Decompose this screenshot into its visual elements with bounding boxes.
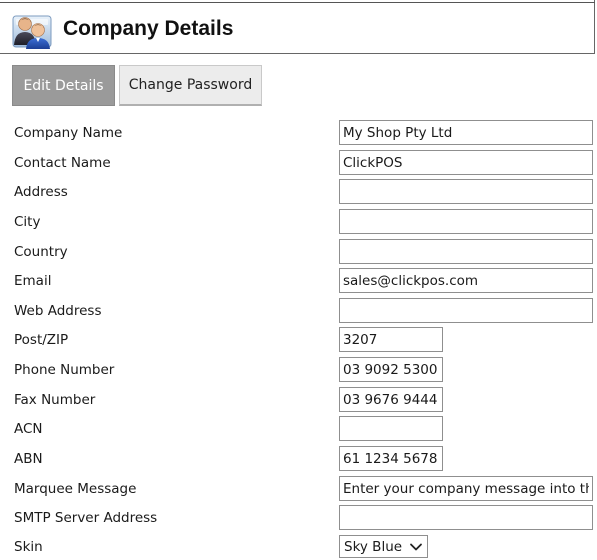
address-input[interactable] — [339, 179, 593, 204]
web-address-label: Web Address — [14, 303, 102, 319]
web-address-input[interactable] — [339, 298, 593, 323]
acn-input[interactable] — [339, 416, 443, 441]
form-row-city: City — [0, 208, 597, 236]
smtp-server-label: SMTP Server Address — [14, 510, 158, 526]
form-row-smtp-server: SMTP Server Address — [0, 504, 597, 532]
company-name-label: Company Name — [14, 125, 123, 141]
form-row-company-name: Company Name — [0, 119, 597, 147]
company-details-page: Company Details Edit Details Change Pass… — [0, 0, 597, 560]
skin-select-value: Sky Blue — [344, 538, 403, 555]
tab-edit-details[interactable]: Edit Details — [12, 65, 115, 106]
form-row-email: Email — [0, 267, 597, 295]
country-input[interactable] — [339, 239, 593, 264]
post-zip-label: Post/ZIP — [14, 332, 69, 348]
fax-number-label: Fax Number — [14, 392, 96, 408]
form-row-fax-number: Fax Number — [0, 386, 597, 414]
address-label: Address — [14, 184, 68, 200]
skin-select[interactable]: Sky Blue — [339, 535, 428, 558]
form-row-acn: ACN — [0, 415, 597, 443]
phone-number-label: Phone Number — [14, 362, 115, 378]
email-input[interactable] — [339, 268, 593, 293]
form-row-abn: ABN — [0, 445, 597, 473]
form-row-post-zip: Post/ZIP — [0, 326, 597, 354]
form-row-address: Address — [0, 178, 597, 206]
marquee-message-input[interactable] — [339, 476, 593, 501]
page-title: Company Details — [63, 17, 234, 40]
contact-name-label: Contact Name — [14, 155, 111, 171]
contact-name-input[interactable] — [339, 150, 593, 175]
header-top-rule — [0, 2, 595, 3]
form-row-country: Country — [0, 238, 597, 266]
form-row-skin: Skin Sky Blue — [0, 533, 597, 560]
form-row-contact-name: Contact Name — [0, 149, 597, 177]
form-row-marquee-message: Marquee Message — [0, 475, 597, 503]
abn-input[interactable] — [339, 446, 443, 471]
city-input[interactable] — [339, 209, 593, 234]
acn-label: ACN — [14, 421, 43, 437]
company-users-icon — [12, 15, 52, 49]
smtp-server-input[interactable] — [339, 505, 593, 530]
email-label: Email — [14, 273, 52, 289]
country-label: Country — [14, 244, 68, 260]
phone-number-input[interactable] — [339, 357, 443, 382]
skin-label: Skin — [14, 539, 43, 555]
chevron-down-icon — [410, 543, 422, 551]
marquee-message-label: Marquee Message — [14, 481, 137, 497]
form-row-phone-number: Phone Number — [0, 356, 597, 384]
form-row-web-address: Web Address — [0, 297, 597, 325]
page-header: Company Details — [0, 0, 595, 54]
post-zip-input[interactable] — [339, 327, 443, 352]
company-name-input[interactable] — [339, 120, 593, 145]
abn-label: ABN — [14, 451, 43, 467]
city-label: City — [14, 214, 41, 230]
fax-number-input[interactable] — [339, 387, 443, 412]
tab-change-password[interactable]: Change Password — [119, 65, 262, 106]
